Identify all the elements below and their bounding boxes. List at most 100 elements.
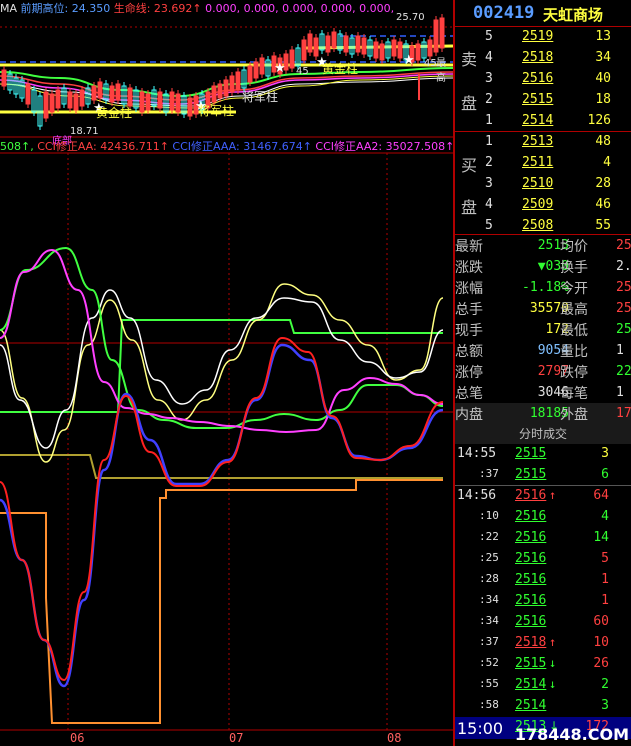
sell-order-row[interactable]: 5 2519 13 [455, 26, 631, 47]
tick-time: :34 [479, 614, 499, 627]
candlestick [211, 85, 217, 103]
kline-header-label2: 生命线: [113, 2, 154, 15]
ticks-header[interactable]: 分时成交 [455, 424, 631, 444]
order-price: 2519 [522, 29, 554, 44]
sell-order-row[interactable]: 3 2516 40 [455, 68, 631, 89]
tick-time: 14:56 [457, 488, 497, 503]
tick-row[interactable]: 14:56 2516 ↑ 64 [455, 486, 631, 507]
cci-olive-line [0, 454, 443, 479]
order-level: 2 [485, 155, 493, 170]
buy-order-row[interactable]: 4 2509 46 [455, 194, 631, 215]
candlestick [157, 91, 163, 109]
tick-price: 2515 [515, 656, 547, 671]
tick-row[interactable]: :52 2515 ↓ 26 [455, 654, 631, 675]
candlestick [145, 93, 151, 111]
buy-order-row[interactable]: 1 2513 48 [455, 131, 631, 152]
candlestick [43, 91, 49, 119]
cci-header-v0: 508↑, [0, 140, 34, 153]
stat-value-2: 2.1 [616, 259, 631, 274]
order-price: 2514 [522, 113, 554, 128]
order-volume: 40 [595, 71, 611, 86]
stat-label: 内盘 [455, 407, 483, 423]
tick-price: 2514 [515, 698, 547, 713]
order-volume: 28 [595, 176, 611, 191]
stat-label-2: 最高 [560, 302, 588, 318]
order-volume: 4 [603, 155, 611, 170]
stat-value-2: 1 [616, 343, 624, 358]
candlestick [427, 39, 433, 57]
candlestick [301, 39, 307, 61]
stock-title[interactable]: 002419 天虹商场 [455, 0, 631, 26]
stat-label-2: 每笔 [560, 386, 588, 402]
candlestick [187, 97, 193, 117]
tick-row[interactable]: :22 2516 14 [455, 528, 631, 549]
candlestick [115, 83, 121, 101]
candlestick [109, 85, 115, 103]
marker-45b: 45 [424, 58, 437, 69]
kline-header-rest: 0.000, 0.000, 0.000, 0.000, 0.000, [201, 2, 395, 15]
order-level: 1 [485, 134, 493, 149]
tick-row[interactable]: :25 2516 5 [455, 549, 631, 570]
stat-label: 总笔 [455, 386, 483, 402]
tick-row[interactable]: :37 2515 6 [455, 465, 631, 486]
tick-row[interactable]: :58 2514 3 [455, 696, 631, 717]
candlestick [49, 93, 55, 113]
candlestick [325, 35, 331, 53]
order-price: 2515 [522, 92, 554, 107]
tick-price: 2515 [515, 446, 547, 461]
order-volume: 55 [595, 218, 611, 233]
candlestick [229, 75, 235, 93]
tick-row[interactable]: :34 2516 1 [455, 591, 631, 612]
stat-row: 总额 9054 量比 1 [455, 340, 631, 361]
tick-arrow: ↓ [549, 656, 557, 670]
candlestick [313, 37, 319, 57]
tick-price: 2516 [515, 509, 547, 524]
candlestick [1, 69, 7, 87]
star-marker-icon: ★ [403, 53, 415, 68]
tick-price: 2516 [515, 593, 547, 608]
kline-header: MA 前期高位: 24.350 生命线: 23.692↑ 0.000, 0.00… [0, 0, 394, 16]
date-label-08: 08 [387, 731, 402, 745]
date-label-06: 06 [70, 731, 85, 745]
tick-row[interactable]: :34 2516 60 [455, 612, 631, 633]
sell-order-row[interactable]: 1 2514 126 [455, 110, 631, 131]
candlestick [139, 91, 145, 113]
buy-order-row[interactable]: 2 2511 4 [455, 152, 631, 173]
stat-row: 涨幅 -1.18% 今开 25 [455, 277, 631, 298]
tick-volume: 14 [593, 530, 609, 545]
sell-order-row[interactable]: 2 2515 18 [455, 89, 631, 110]
cci-white-line [0, 289, 444, 449]
tick-row[interactable]: :10 2516 4 [455, 507, 631, 528]
tick-time: :34 [479, 593, 499, 606]
order-level: 1 [485, 113, 493, 128]
kline-header-label1: 前期高位: [20, 2, 72, 15]
tick-row[interactable]: :28 2516 1 [455, 570, 631, 591]
buy-order-row[interactable]: 3 2510 28 [455, 173, 631, 194]
tick-row[interactable]: 14:55 2515 3 [455, 444, 631, 465]
tick-volume: 3 [601, 446, 609, 461]
candlestick [217, 83, 223, 99]
tick-row[interactable]: :37 2518 ↑ 10 [455, 633, 631, 654]
stat-label-2: 跌停 [560, 365, 588, 381]
stat-row: 涨跌▼030换手2.1 [455, 256, 631, 277]
stat-value-2: 1 [616, 385, 624, 400]
stat-label: 最新 [455, 239, 483, 255]
order-level: 4 [485, 197, 493, 212]
tick-price: 2514 [515, 677, 547, 692]
buy-order-row[interactable]: 5 2508 55 [455, 215, 631, 236]
tick-volume: 26 [593, 656, 609, 671]
tick-volume: 1 [601, 572, 609, 587]
candlestick [25, 83, 31, 105]
kline-header-prefix: MA [0, 2, 18, 15]
date-axis: 06 07 08 [0, 731, 453, 746]
stock-code: 002419 [473, 3, 535, 23]
golden-pillar-label-2: 黄金柱 [322, 62, 359, 76]
tick-time: 14:55 [457, 446, 497, 461]
star-marker-icon: ★ [274, 61, 286, 76]
stat-value-2: 22 [616, 364, 631, 379]
cci-header-v1: 42436.711↑ [100, 140, 169, 153]
sell-order-row[interactable]: 4 2518 34 [455, 47, 631, 68]
chart-area[interactable]: ★ ★ ★ ★ ★ MA 前期高位: 24.350 生命线: 23.692↑ 0.000… [0, 0, 453, 746]
tick-row[interactable]: :55 2514 ↓ 2 [455, 675, 631, 696]
order-level: 3 [485, 176, 493, 191]
